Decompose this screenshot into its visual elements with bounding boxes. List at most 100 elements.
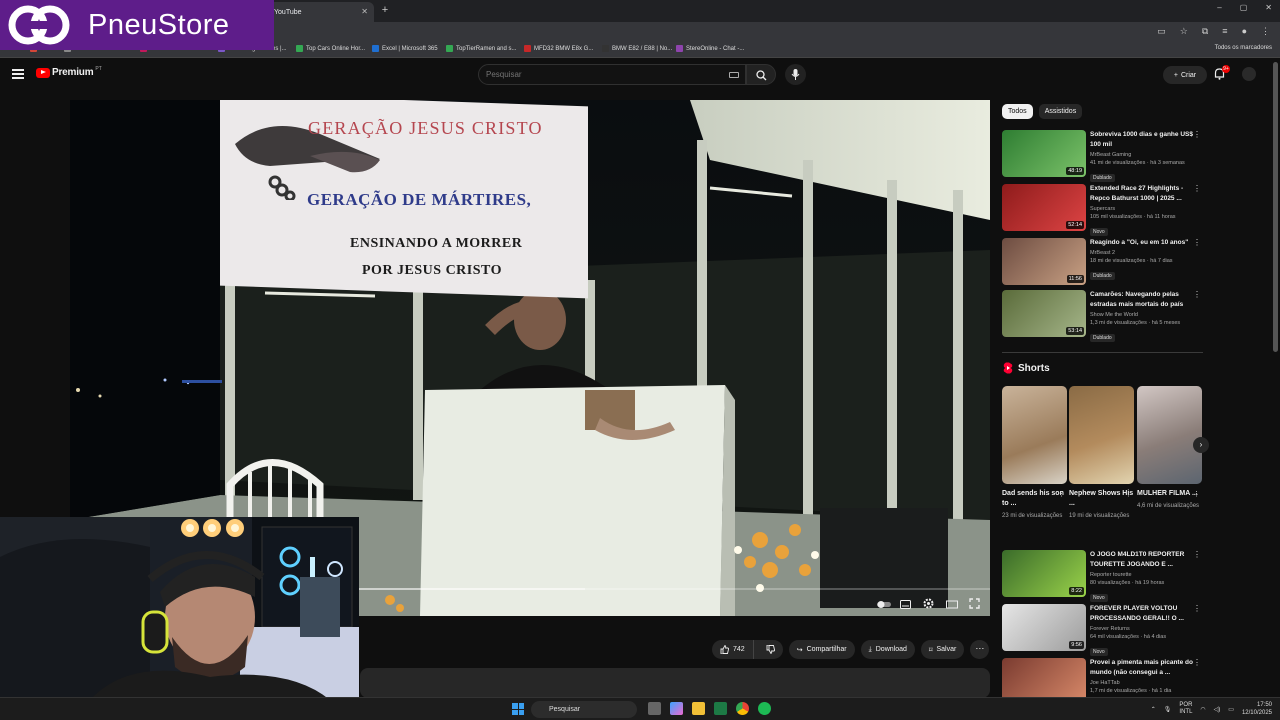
excel-icon[interactable]: [714, 702, 727, 715]
related-video[interactable]: 9:56 FOREVER PLAYER VOLTOU PROCESSANDO G…: [1002, 604, 1206, 656]
account-avatar[interactable]: [1242, 67, 1256, 81]
chip-all[interactable]: Todos: [1002, 104, 1033, 119]
copilot-icon[interactable]: [670, 702, 683, 715]
video-title[interactable]: Camarões: Navegando pelas estradas mais …: [1090, 290, 1194, 310]
save-button[interactable]: ⌑ Salvar: [920, 640, 965, 659]
file-explorer-icon[interactable]: [692, 702, 705, 715]
short-item[interactable]: Nephew Shows His ... 19 mi de visualizaç…: [1069, 386, 1134, 521]
channel-name[interactable]: Show Me the World: [1090, 312, 1194, 318]
microphone-tray-icon[interactable]: 🎙︎: [1164, 706, 1172, 713]
extensions-icon[interactable]: ⧉: [1202, 26, 1208, 37]
minimize-button[interactable]: –: [1217, 3, 1221, 12]
short-thumbnail[interactable]: [1069, 386, 1134, 484]
windows-start-icon[interactable]: [512, 703, 524, 715]
all-bookmarks-folder[interactable]: Todos os marcadores: [1215, 45, 1272, 51]
wifi-icon[interactable]: ◠: [1200, 706, 1205, 713]
settings-gear-icon[interactable]: [923, 596, 934, 609]
short-item[interactable]: MULHER FILMA ... 4,6 mi de visualizações…: [1137, 386, 1202, 511]
browser-tab-youtube[interactable]: YouTube ✕: [268, 2, 374, 22]
video-title[interactable]: FOREVER PLAYER VOLTOU PROCESSANDO GERAL!…: [1090, 604, 1194, 624]
related-video[interactable]: 11:56 Reagindo a "Oi, eu em 10 anos" MrB…: [1002, 238, 1206, 288]
keyboard-icon[interactable]: [729, 72, 739, 78]
video-thumbnail[interactable]: 48:19: [1002, 130, 1086, 177]
channel-name[interactable]: Reporter tourette: [1090, 572, 1194, 578]
bookmark-item[interactable]: TopTierRamen and s...: [446, 45, 516, 52]
video-thumbnail[interactable]: 52:14: [1002, 184, 1086, 231]
video-menu-icon[interactable]: ⋮: [1193, 604, 1201, 613]
channel-name[interactable]: Supercars: [1090, 206, 1194, 212]
channel-name[interactable]: MrBeast Gaming: [1090, 152, 1194, 158]
short-thumbnail[interactable]: [1002, 386, 1067, 484]
video-title[interactable]: Provei a pimenta mais picante do mundo (…: [1090, 658, 1194, 678]
video-menu-icon[interactable]: ⋮: [1193, 290, 1201, 299]
related-video[interactable]: 53:14 Camarões: Navegando pelas estradas…: [1002, 290, 1206, 342]
related-video[interactable]: 52:14 Extended Race 27 Highlights - Repc…: [1002, 184, 1206, 236]
system-clock[interactable]: 17:50 12/10/2025: [1242, 701, 1272, 717]
bookmark-item[interactable]: Excel | Microsoft 365: [372, 45, 438, 52]
youtube-logo[interactable]: Premium PT: [36, 66, 102, 78]
more-actions-button[interactable]: ⋯: [970, 640, 990, 659]
star-icon[interactable]: ☆: [1180, 26, 1188, 37]
video-title[interactable]: Sobreviva 1000 dias e ganhe US$ 100 mil: [1090, 130, 1194, 150]
bookmark-item[interactable]: StereOnline - Chat -...: [676, 45, 744, 52]
tab-close-icon[interactable]: ✕: [361, 7, 368, 16]
search-button[interactable]: [746, 64, 776, 85]
video-thumbnail[interactable]: 11:56: [1002, 238, 1086, 285]
video-thumbnail[interactable]: 9:56: [1002, 604, 1086, 651]
input-language[interactable]: POR INTL: [1179, 702, 1192, 716]
menu-hamburger-icon[interactable]: [12, 69, 24, 79]
menu-icon[interactable]: ⋮: [1261, 26, 1270, 37]
chip-watched[interactable]: Assistidos: [1038, 104, 1083, 119]
bookmark-item[interactable]: MFD32 BMW E8x G...: [524, 45, 593, 52]
new-tab-button[interactable]: +: [378, 3, 392, 17]
video-thumbnail[interactable]: 53:14: [1002, 290, 1086, 337]
create-button[interactable]: + Criar: [1163, 66, 1207, 84]
autoplay-toggle-icon[interactable]: [877, 596, 891, 608]
video-menu-icon[interactable]: ⋮: [1193, 184, 1201, 193]
bookmark-item[interactable]: Top Cars Online Hor...: [296, 45, 365, 52]
video-menu-icon[interactable]: ⋮: [1193, 550, 1201, 559]
related-video[interactable]: 48:19 Sobreviva 1000 dias e ganhe US$ 10…: [1002, 130, 1206, 182]
video-title[interactable]: Extended Race 27 Highlights - Repco Bath…: [1090, 184, 1194, 204]
voice-search-button[interactable]: [785, 64, 806, 85]
taskbar-search[interactable]: Pesquisar: [531, 701, 637, 718]
short-item[interactable]: Dad sends his son to ... 23 mi de visual…: [1002, 386, 1067, 521]
video-menu-icon[interactable]: ⋮: [1193, 130, 1201, 139]
share-button[interactable]: ↪ Compartilhar: [788, 640, 855, 659]
video-thumbnail[interactable]: 8:22: [1002, 550, 1086, 597]
maximize-button[interactable]: ▢: [1240, 3, 1248, 12]
shorts-next-button[interactable]: ›: [1193, 437, 1209, 453]
bookmark-item[interactable]: BMW E82 / E88 | No...: [602, 45, 672, 52]
description-box[interactable]: [360, 668, 990, 698]
video-title[interactable]: Reagindo a "Oi, eu em 10 anos": [1090, 238, 1194, 248]
fullscreen-icon[interactable]: [969, 596, 980, 609]
short-menu-icon[interactable]: ⋮: [1193, 490, 1200, 498]
spotify-icon[interactable]: [758, 702, 771, 715]
close-window-button[interactable]: ✕: [1265, 3, 1272, 12]
download-button[interactable]: ⤓ Download: [860, 640, 915, 659]
page-scrollbar[interactable]: [1273, 62, 1278, 352]
install-icon[interactable]: ▭: [1157, 26, 1166, 37]
dislike-button[interactable]: [758, 640, 783, 659]
volume-icon[interactable]: ◁): [1214, 706, 1221, 713]
short-menu-icon[interactable]: ⋮: [1125, 490, 1132, 498]
chrome-icon[interactable]: [736, 702, 749, 715]
tray-overflow-icon[interactable]: ⌃: [1151, 706, 1156, 713]
subtitles-icon[interactable]: [900, 596, 911, 609]
search-input[interactable]: [486, 70, 726, 79]
related-video[interactable]: 8:22 O JOGO M4LD1T0 REPORTER TOURETTE JO…: [1002, 550, 1206, 602]
media-icon[interactable]: ≡: [1222, 26, 1227, 37]
channel-name[interactable]: Forever Returns: [1090, 626, 1194, 632]
short-thumbnail[interactable]: [1137, 386, 1202, 484]
video-menu-icon[interactable]: ⋮: [1193, 238, 1201, 247]
channel-name[interactable]: Joe HaTTab: [1090, 680, 1194, 686]
channel-name[interactable]: MrBeast 2: [1090, 250, 1194, 256]
video-menu-icon[interactable]: ⋮: [1193, 658, 1201, 667]
theater-mode-icon[interactable]: [946, 596, 958, 609]
task-view-icon[interactable]: [648, 702, 661, 715]
short-menu-icon[interactable]: ⋮: [1058, 490, 1065, 498]
profile-icon[interactable]: ●: [1242, 26, 1247, 37]
battery-icon[interactable]: ▭: [1228, 706, 1234, 713]
video-title[interactable]: O JOGO M4LD1T0 REPORTER TOURETTE JOGANDO…: [1090, 550, 1194, 570]
like-button[interactable]: 742: [712, 640, 754, 659]
